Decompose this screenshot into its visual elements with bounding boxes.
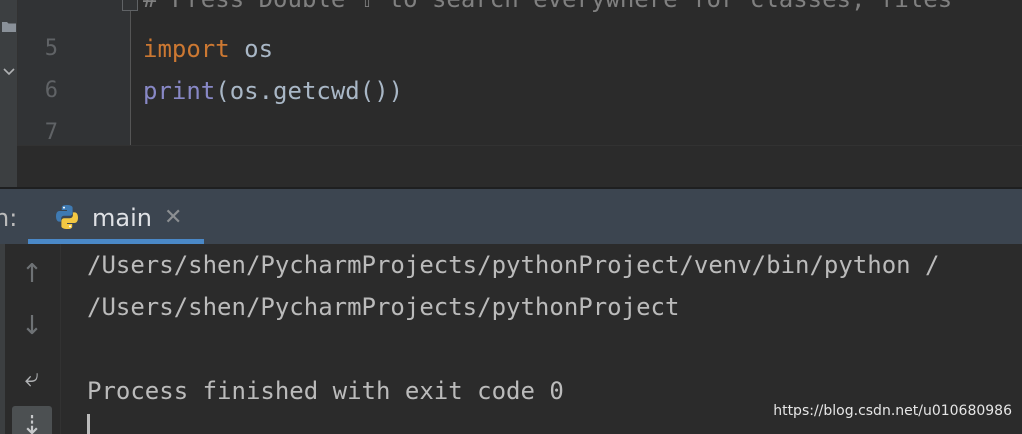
line-number: 7 xyxy=(44,120,58,145)
text-caret xyxy=(87,414,90,434)
editor-empty-area[interactable] xyxy=(17,145,1022,187)
chevron-down-icon[interactable] xyxy=(0,64,17,80)
console-output-line: /Users/shen/PycharmProjects/pythonProjec… xyxy=(87,251,940,279)
line-number: 5 xyxy=(44,36,58,61)
code-line[interactable]: print(os.getcwd()) xyxy=(143,76,403,106)
folder-icon[interactable] xyxy=(0,20,17,36)
line-number: 6 xyxy=(44,78,58,103)
code-token: (os.getcwd()) xyxy=(215,77,404,105)
code-token: os xyxy=(229,35,274,63)
console-output-line: /Users/shen/PycharmProjects/pythonProjec… xyxy=(87,293,680,321)
tab-main[interactable]: main ✕ xyxy=(28,189,204,244)
project-tool-strip xyxy=(0,0,18,187)
builtin-token: print xyxy=(143,77,216,105)
arrow-up-icon[interactable]: ↑ xyxy=(12,254,52,294)
soft-wrap-icon[interactable]: ⤶ xyxy=(12,358,52,398)
arrow-down-icon[interactable]: ↓ xyxy=(12,306,52,346)
tab-main-label: main xyxy=(92,204,152,232)
close-icon[interactable]: ✕ xyxy=(164,203,182,233)
run-window-label: n: xyxy=(0,204,18,232)
scroll-to-end-icon[interactable]: ⇣ xyxy=(12,406,52,434)
console-toolbar: ↑ ↓ ⤶ ⇣ xyxy=(0,244,61,434)
code-line[interactable]: import os xyxy=(143,34,273,64)
code-line-comment: # Press Double ⇧ to search everywhere fo… xyxy=(143,0,952,14)
gutter-divider xyxy=(130,0,131,145)
run-tool-window-header: n: main ✕ xyxy=(0,187,1022,244)
toolbar-edge xyxy=(0,244,5,434)
code-editor[interactable]: # Press Double ⇧ to search everywhere fo… xyxy=(0,0,1022,187)
console-output-line: Process finished with exit code 0 xyxy=(87,377,564,405)
keyword-token: import xyxy=(143,35,230,63)
python-icon xyxy=(56,205,78,229)
run-console[interactable]: ↑ ↓ ⤶ ⇣ /Users/shen/PycharmProjects/pyth… xyxy=(0,244,1022,434)
watermark: https://blog.csdn.net/u010680986 xyxy=(773,403,1012,419)
fold-marker-icon[interactable] xyxy=(122,0,138,11)
